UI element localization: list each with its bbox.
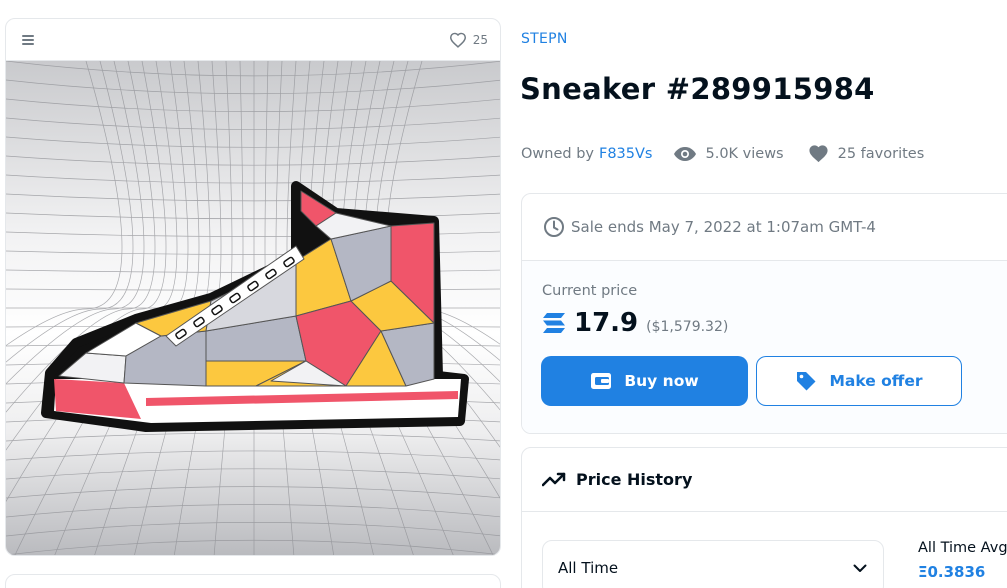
owned-by-label: Owned by [521,145,594,162]
time-range-select[interactable]: All Time [542,540,884,588]
make-offer-label: Make offer [829,372,923,390]
tag-icon [797,372,816,391]
favorites-count-text: 25 favorites [837,145,925,162]
buy-now-button[interactable]: Buy now [541,356,748,406]
chevron-down-icon [853,564,867,572]
menu-icon[interactable] [22,34,34,45]
sneaker-image[interactable] [6,61,501,556]
clock-icon [544,217,564,237]
heart-filled-icon [808,144,829,163]
owner-info: Owned by F835Vs [521,146,652,162]
media-header: 25 [6,19,500,61]
sale-ends-text: Sale ends May 7, 2022 at 1:07am GMT-4 [571,218,876,236]
time-range-value: All Time [558,559,619,577]
buy-now-label: Buy now [624,372,699,390]
heart-icon [449,32,466,48]
favorite-button[interactable]: 25 [449,32,488,48]
views-info: 5.0K views [674,145,784,162]
collection-link[interactable]: STEPN [521,31,568,47]
asset-media-card: 25 [5,18,501,556]
price-row: 17.9 ($1,579.32) [542,308,728,338]
favorites-info: 25 favorites [808,144,925,163]
price-history-title: Price History [576,470,693,489]
price-value: 17.9 [574,308,639,338]
trending-icon [542,472,566,486]
price-section: Current price 17.9 ($1,579.32) [522,261,1007,433]
details-card [5,574,501,588]
views-count: 5.0K views [705,145,784,162]
favorites-count: 25 [472,32,488,47]
sol-icon [542,312,566,334]
asset-meta-row: Owned by F835Vs 5.0K views 25 favorites [521,144,924,163]
all-time-avg-label: All Time Avg [918,540,1007,556]
price-history-header[interactable]: Price History [522,448,1007,512]
wallet-icon [591,373,612,389]
current-price-label: Current price [542,283,638,299]
sale-countdown: Sale ends May 7, 2022 at 1:07am GMT-4 [522,194,1007,261]
asset-title: Sneaker #289915984 [520,72,875,106]
price-history-card: Price History All Time All Time Avg Ξ0.3… [521,447,1007,588]
owner-link[interactable]: F835Vs [599,146,653,162]
price-fiat: ($1,579.32) [646,319,729,335]
all-time-avg-value: Ξ0.3836 [918,563,986,581]
eye-icon [674,146,697,161]
make-offer-button[interactable]: Make offer [756,356,962,406]
